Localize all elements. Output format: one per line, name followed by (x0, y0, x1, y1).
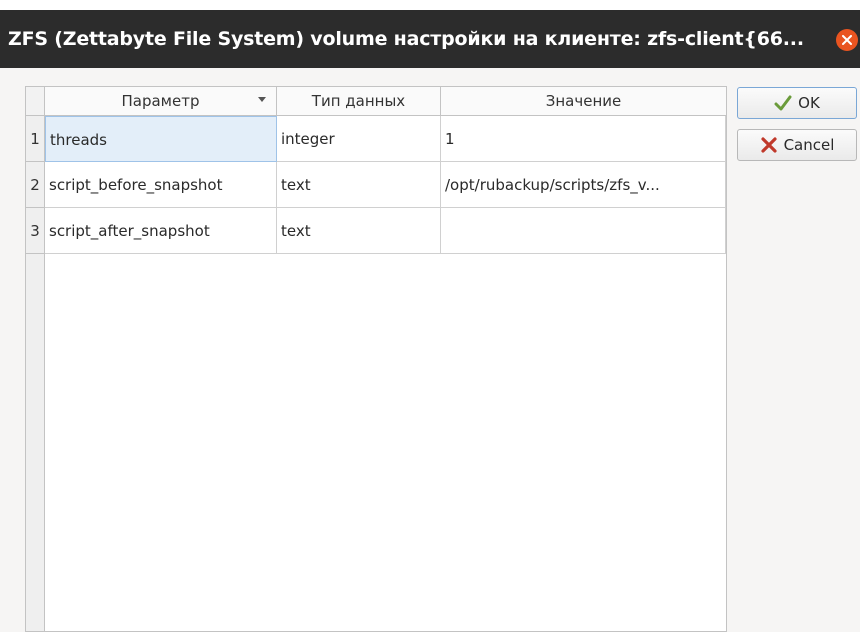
ok-check-icon (774, 95, 792, 111)
column-header-parameter[interactable]: Параметр (45, 87, 277, 115)
column-header-label: Значение (545, 92, 622, 110)
sort-indicator-icon (258, 97, 266, 102)
table-row: 2 script_before_snapshot text /opt/rubac… (26, 162, 726, 208)
cell-value[interactable]: /opt/rubackup/scripts/zfs_v... (441, 162, 726, 208)
cell-value[interactable]: 1 (441, 116, 726, 162)
button-panel: OK Cancel (737, 87, 857, 171)
title-bar: ZFS (Zettabyte File System) volume настр… (0, 10, 860, 68)
close-button[interactable] (836, 29, 858, 51)
cell-type[interactable]: text (277, 162, 441, 208)
cancel-button-label: Cancel (783, 136, 835, 154)
row-number[interactable]: 1 (26, 116, 45, 162)
cell-type[interactable]: text (277, 208, 441, 254)
column-header-type[interactable]: Тип данных (277, 87, 441, 115)
cancel-button[interactable]: Cancel (737, 129, 857, 161)
settings-table: Параметр Тип данных Значение 1 threads i… (25, 86, 727, 632)
cancel-x-icon (760, 137, 777, 153)
cell-parameter[interactable]: script_before_snapshot (45, 162, 277, 208)
cell-value[interactable] (441, 208, 726, 254)
ok-button[interactable]: OK (737, 87, 857, 119)
row-number[interactable]: 2 (26, 162, 45, 208)
table-header: Параметр Тип данных Значение (26, 87, 726, 116)
dialog-window: ZFS (Zettabyte File System) volume настр… (0, 0, 860, 632)
close-icon (842, 35, 852, 45)
table-corner[interactable] (26, 87, 45, 115)
window-title: ZFS (Zettabyte File System) volume настр… (8, 28, 804, 50)
cell-parameter[interactable]: threads (45, 116, 277, 162)
dialog-content: Параметр Тип данных Значение 1 threads i… (0, 68, 860, 632)
table-row: 3 script_after_snapshot text (26, 208, 726, 254)
column-header-label: Тип данных (311, 92, 406, 110)
column-header-label: Параметр (121, 92, 200, 110)
table-row: 1 threads integer 1 (26, 116, 726, 162)
cell-type[interactable]: integer (277, 116, 441, 162)
column-header-value[interactable]: Значение (441, 87, 726, 115)
row-number[interactable]: 3 (26, 208, 45, 254)
ok-button-label: OK (798, 94, 820, 112)
cell-parameter[interactable]: script_after_snapshot (45, 208, 277, 254)
